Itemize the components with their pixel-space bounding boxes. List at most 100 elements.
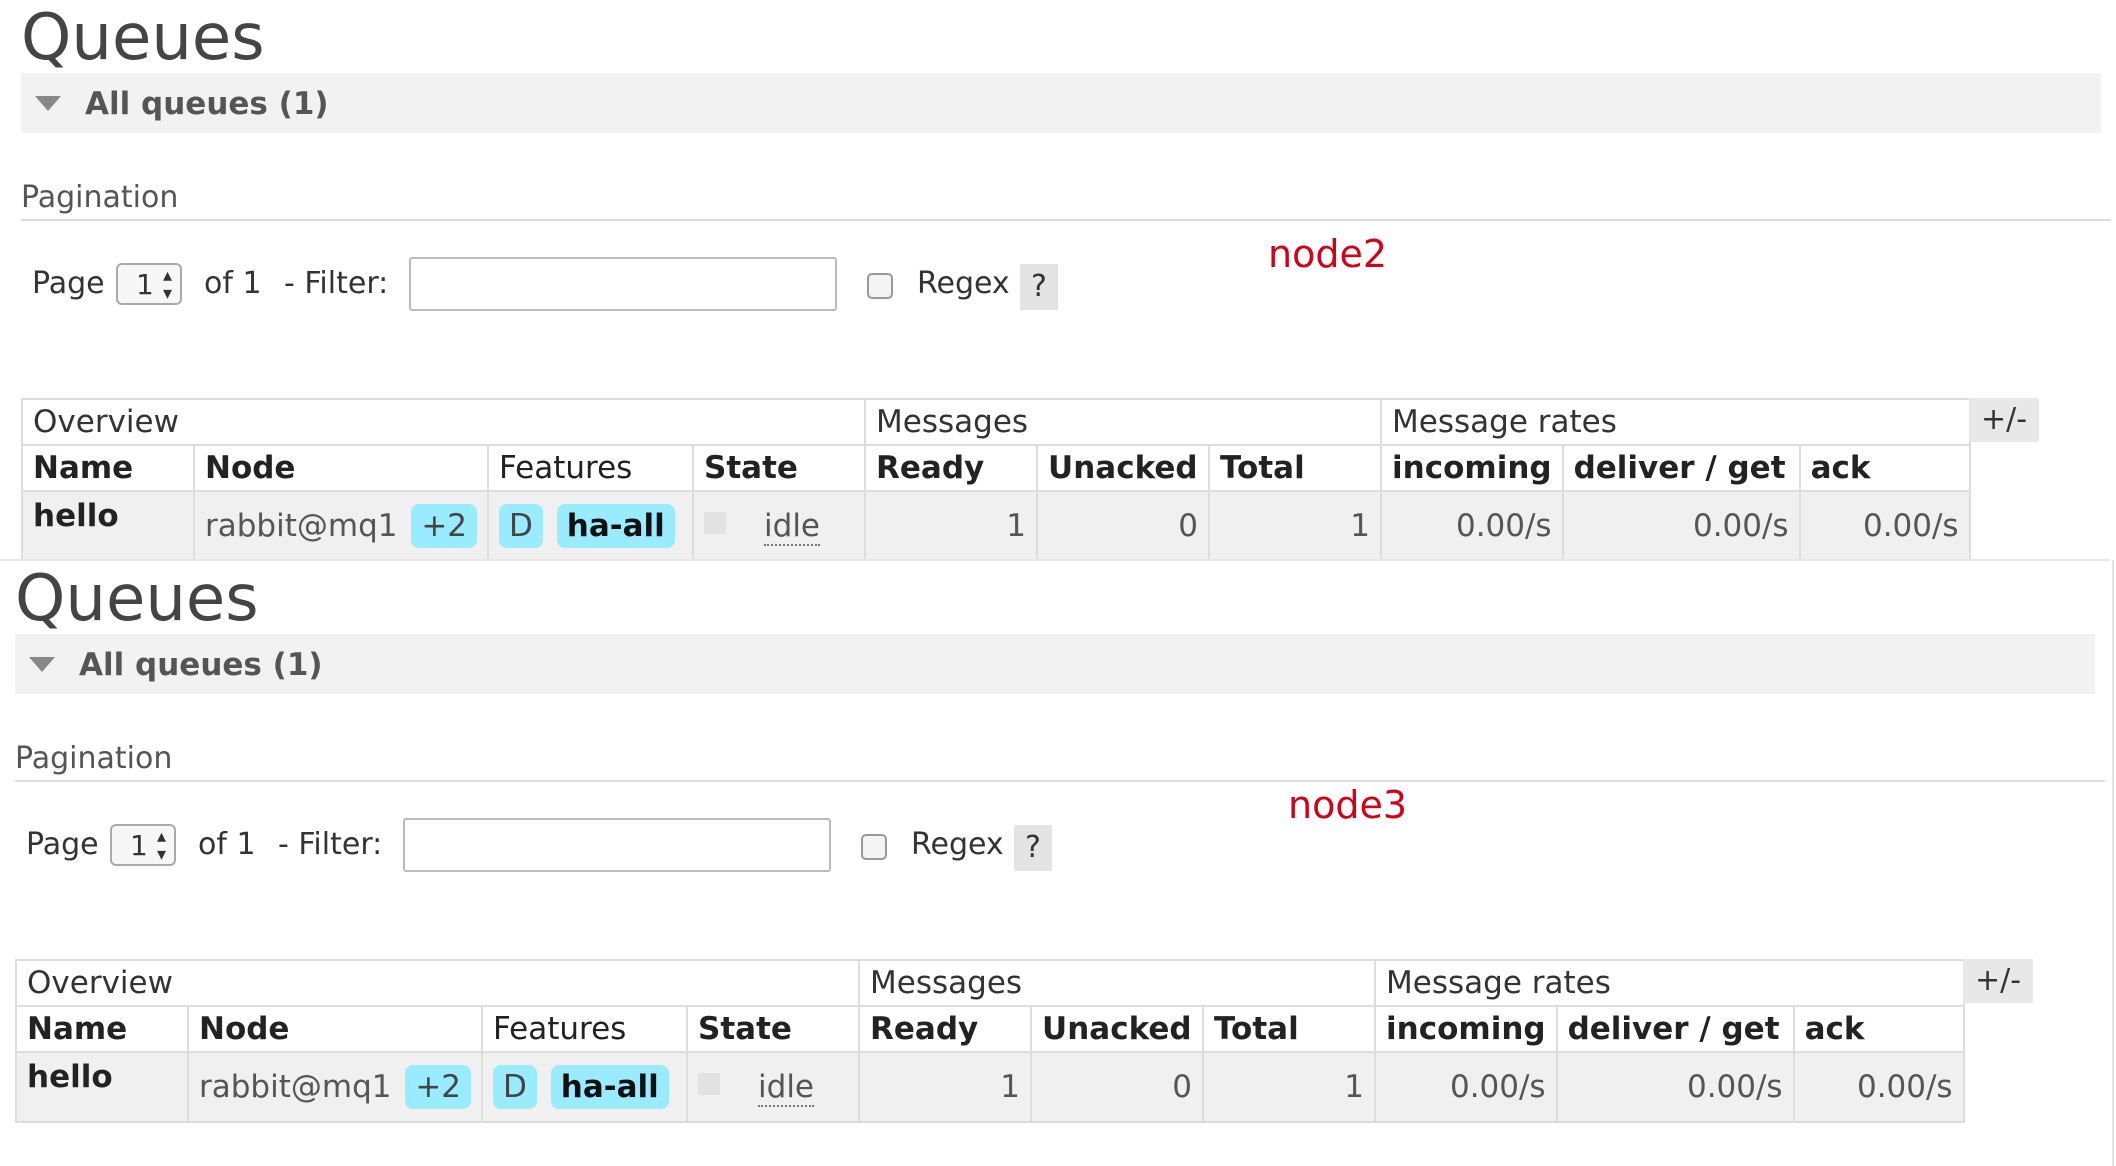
queues-table: Overview Messages Message rates Name Nod…	[14, 959, 1965, 1123]
page-select[interactable]: 1 ▴ ▾	[110, 824, 176, 866]
section-label: All queues (1)	[79, 647, 323, 683]
incoming-value: 0.00/s	[1380, 490, 1564, 562]
col-deliver-get[interactable]: deliver / get	[1555, 1005, 1795, 1053]
state-cell: idle	[692, 490, 867, 562]
toggle-columns-button[interactable]: +/-	[1969, 398, 2039, 442]
filter-input[interactable]	[409, 257, 837, 311]
mirror-count-badge: +2	[411, 504, 478, 548]
node-annotation: node3	[1288, 783, 1408, 827]
group-message-rates: Message rates	[1374, 959, 1965, 1007]
stepper-arrows-icon: ▴ ▾	[162, 265, 172, 304]
node-name: rabbit@mq1	[199, 1069, 392, 1105]
node-annotation: node2	[1268, 232, 1388, 276]
filter-input[interactable]	[403, 818, 831, 872]
total-value: 1	[1208, 490, 1383, 562]
pagination-divider	[21, 219, 2111, 221]
page-label: Page	[32, 266, 105, 301]
regex-checkbox[interactable]	[861, 834, 887, 860]
regex-help-button[interactable]: ?	[1014, 825, 1052, 871]
filter-label: - Filter:	[278, 827, 383, 862]
page-count-label: of 1	[198, 827, 256, 862]
col-features: Features	[481, 1005, 689, 1053]
policy-badge[interactable]: ha-all	[550, 1065, 669, 1109]
col-ready[interactable]: Ready	[864, 444, 1039, 492]
col-total[interactable]: Total	[1208, 444, 1383, 492]
col-node[interactable]: Node	[186, 1005, 484, 1053]
total-value: 1	[1202, 1051, 1377, 1123]
col-state[interactable]: State	[686, 1005, 861, 1053]
group-message-rates: Message rates	[1380, 398, 1971, 446]
stepper-arrows-icon: ▴ ▾	[156, 826, 166, 865]
incoming-value: 0.00/s	[1374, 1051, 1558, 1123]
regex-checkbox[interactable]	[867, 273, 893, 299]
pagination-divider	[15, 780, 2105, 782]
col-features: Features	[487, 444, 695, 492]
durable-badge: D	[493, 1065, 537, 1109]
col-total[interactable]: Total	[1202, 1005, 1377, 1053]
queues-panel-node2: Queues All queues (1) Pagination Page 1 …	[0, 0, 2116, 562]
group-overview: Overview	[20, 398, 867, 446]
page-title: Queues	[15, 562, 259, 636]
state-text: idle	[764, 508, 821, 546]
unacked-value: 0	[1036, 490, 1211, 562]
state-cell: idle	[686, 1051, 861, 1123]
table-row: hello rabbit@mq1 +2 D ha-all idle 1 0 1 …	[15, 1051, 1965, 1123]
queue-name-link[interactable]: hello	[21, 490, 195, 562]
ready-value: 1	[864, 490, 1039, 562]
mirror-count-badge: +2	[405, 1065, 472, 1109]
toggle-columns-button[interactable]: +/-	[1963, 959, 2033, 1003]
group-messages: Messages	[858, 959, 1377, 1007]
page-select[interactable]: 1 ▴ ▾	[116, 263, 182, 305]
features-cell: D ha-all	[487, 490, 695, 562]
pagination-label: Pagination	[15, 741, 173, 776]
col-state[interactable]: State	[692, 444, 867, 492]
col-unacked[interactable]: Unacked	[1030, 1005, 1205, 1053]
regex-help-button[interactable]: ?	[1020, 264, 1058, 310]
deliver-get-value: 0.00/s	[1561, 490, 1801, 562]
state-text: idle	[758, 1069, 815, 1107]
col-node[interactable]: Node	[192, 444, 490, 492]
col-unacked[interactable]: Unacked	[1036, 444, 1211, 492]
table-row: hello rabbit@mq1 +2 D ha-all idle 1 0 1 …	[21, 490, 1971, 562]
collapse-triangle-icon	[29, 657, 55, 672]
node-name: rabbit@mq1	[205, 508, 398, 544]
deliver-get-value: 0.00/s	[1555, 1051, 1795, 1123]
page-title: Queues	[21, 1, 265, 75]
page-select-value: 1	[130, 829, 148, 862]
queues-table: Overview Messages Message rates Name Nod…	[20, 398, 1971, 562]
node-cell: rabbit@mq1 +2	[192, 490, 490, 562]
all-queues-toggle[interactable]: All queues (1)	[21, 73, 2101, 133]
col-ack[interactable]: ack	[1792, 1005, 1965, 1053]
durable-badge: D	[499, 504, 543, 548]
queue-name-link[interactable]: hello	[15, 1051, 189, 1123]
col-incoming[interactable]: incoming	[1374, 1005, 1558, 1053]
section-label: All queues (1)	[85, 86, 329, 122]
policy-badge[interactable]: ha-all	[556, 504, 675, 548]
col-name[interactable]: Name	[21, 444, 195, 492]
all-queues-toggle[interactable]: All queues (1)	[15, 634, 2095, 694]
col-name[interactable]: Name	[15, 1005, 189, 1053]
group-overview: Overview	[14, 959, 861, 1007]
col-deliver-get[interactable]: deliver / get	[1561, 444, 1801, 492]
node-cell: rabbit@mq1 +2	[186, 1051, 484, 1123]
col-ack[interactable]: ack	[1798, 444, 1971, 492]
col-ready[interactable]: Ready	[858, 1005, 1033, 1053]
ack-value: 0.00/s	[1798, 490, 1971, 562]
ack-value: 0.00/s	[1792, 1051, 1965, 1123]
state-indicator-icon	[704, 512, 727, 534]
page-count-label: of 1	[204, 266, 262, 301]
pagination-label: Pagination	[21, 180, 179, 215]
ready-value: 1	[858, 1051, 1033, 1123]
regex-label: Regex	[917, 266, 1010, 301]
regex-label: Regex	[911, 827, 1004, 862]
queues-panel-node3: Queues All queues (1) Pagination Page 1 …	[0, 559, 2110, 1123]
state-indicator-icon	[698, 1073, 721, 1095]
page-label: Page	[26, 827, 99, 862]
col-incoming[interactable]: incoming	[1380, 444, 1564, 492]
features-cell: D ha-all	[481, 1051, 689, 1123]
unacked-value: 0	[1030, 1051, 1205, 1123]
page-select-value: 1	[136, 268, 154, 301]
collapse-triangle-icon	[35, 96, 61, 111]
group-messages: Messages	[864, 398, 1383, 446]
filter-label: - Filter:	[284, 266, 389, 301]
